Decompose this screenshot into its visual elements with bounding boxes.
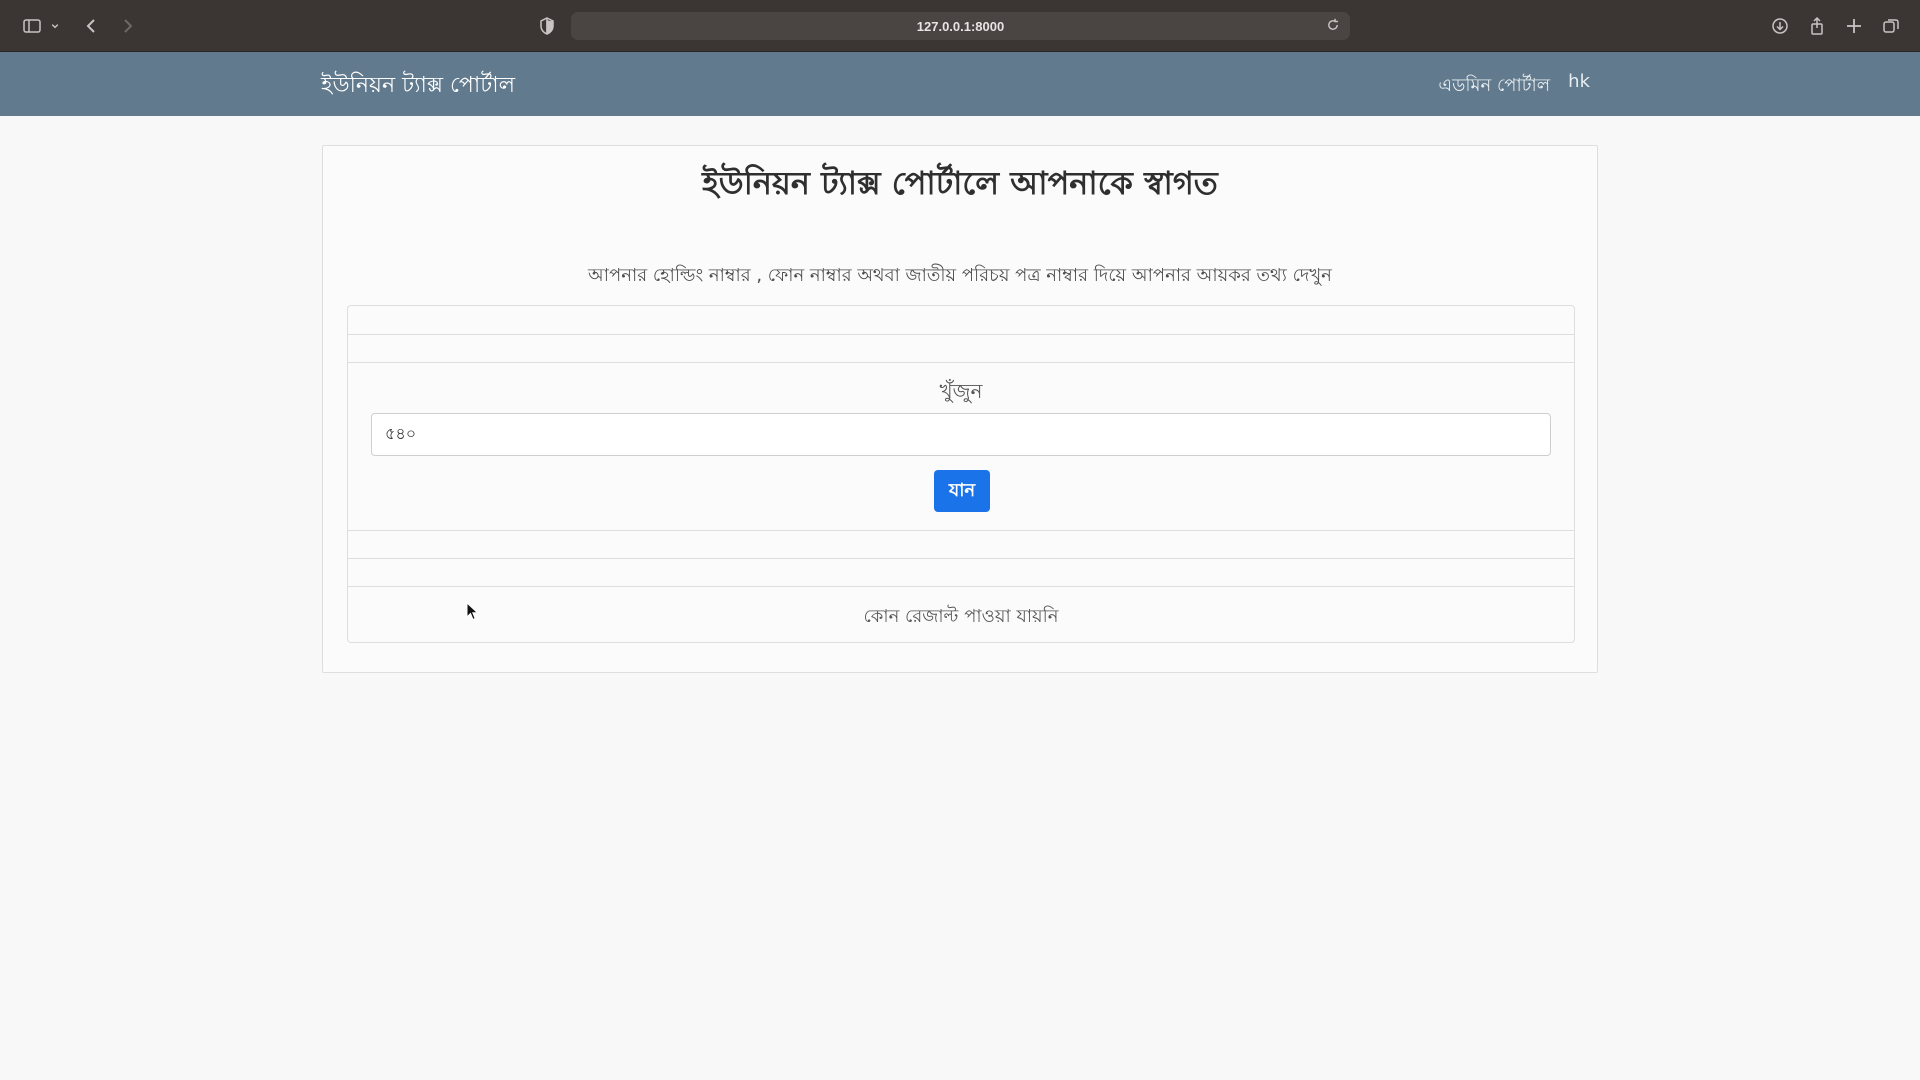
browser-toolbar: 127.0.0.1:8000	[0, 0, 1920, 52]
shield-icon[interactable]	[535, 14, 559, 38]
list-item	[348, 531, 1574, 559]
search-form: খুঁজুন যান	[348, 363, 1574, 531]
mouse-cursor-icon	[466, 602, 479, 621]
share-icon[interactable]	[1805, 14, 1829, 38]
download-icon[interactable]	[1768, 14, 1792, 38]
user-link[interactable]: hk	[1568, 71, 1590, 102]
go-button[interactable]: যান	[934, 470, 990, 512]
forward-arrow-icon[interactable]	[115, 14, 139, 38]
site-brand-link[interactable]: ইউনিয়ন ট্যাক্স পোর্টাল	[321, 68, 515, 105]
chevron-down-icon[interactable]	[48, 14, 62, 38]
back-arrow-icon[interactable]	[80, 14, 104, 38]
search-label: খুঁজুন	[939, 379, 983, 403]
search-input[interactable]	[371, 413, 1551, 456]
result-row: কোন রেজাল্ট পাওয়া যায়নি	[348, 587, 1574, 643]
list-item	[348, 306, 1574, 335]
reload-icon[interactable]	[1326, 18, 1342, 34]
tab-overview-icon[interactable]	[1879, 14, 1903, 38]
nav-links: এডমিন পোর্টাল hk	[1438, 71, 1590, 102]
page-subtitle: আপনার হোল্ডিং নাম্বার , ফোন নাম্বার অথবা…	[588, 265, 1332, 286]
url-text: 127.0.0.1:8000	[916, 18, 1005, 34]
no-result-message: কোন রেজাল্ট পাওয়া যায়নি	[863, 606, 1059, 627]
address-bar[interactable]: 127.0.0.1:8000	[571, 12, 1350, 40]
sidebar-toggle-icon[interactable]	[20, 14, 44, 38]
main-card: ইউনিয়ন ট্যাক্স পোর্টালে আপনাকে স্বাগত আ…	[322, 145, 1598, 673]
search-list: খুঁজুন যান কোন রেজাল্ট পাওয়া যায়নি	[347, 305, 1575, 643]
list-item	[348, 559, 1574, 587]
list-item	[348, 335, 1574, 363]
site-navbar: ইউনিয়ন ট্যাক্স পোর্টাল এডমিন পোর্টাল hk	[0, 52, 1920, 116]
page-title: ইউনিয়ন ট্যাক্স পোর্টালে আপনাকে স্বাগত	[702, 164, 1218, 202]
admin-portal-link[interactable]: এডমিন পোর্টাল	[1438, 71, 1550, 102]
new-tab-icon[interactable]	[1842, 14, 1866, 38]
